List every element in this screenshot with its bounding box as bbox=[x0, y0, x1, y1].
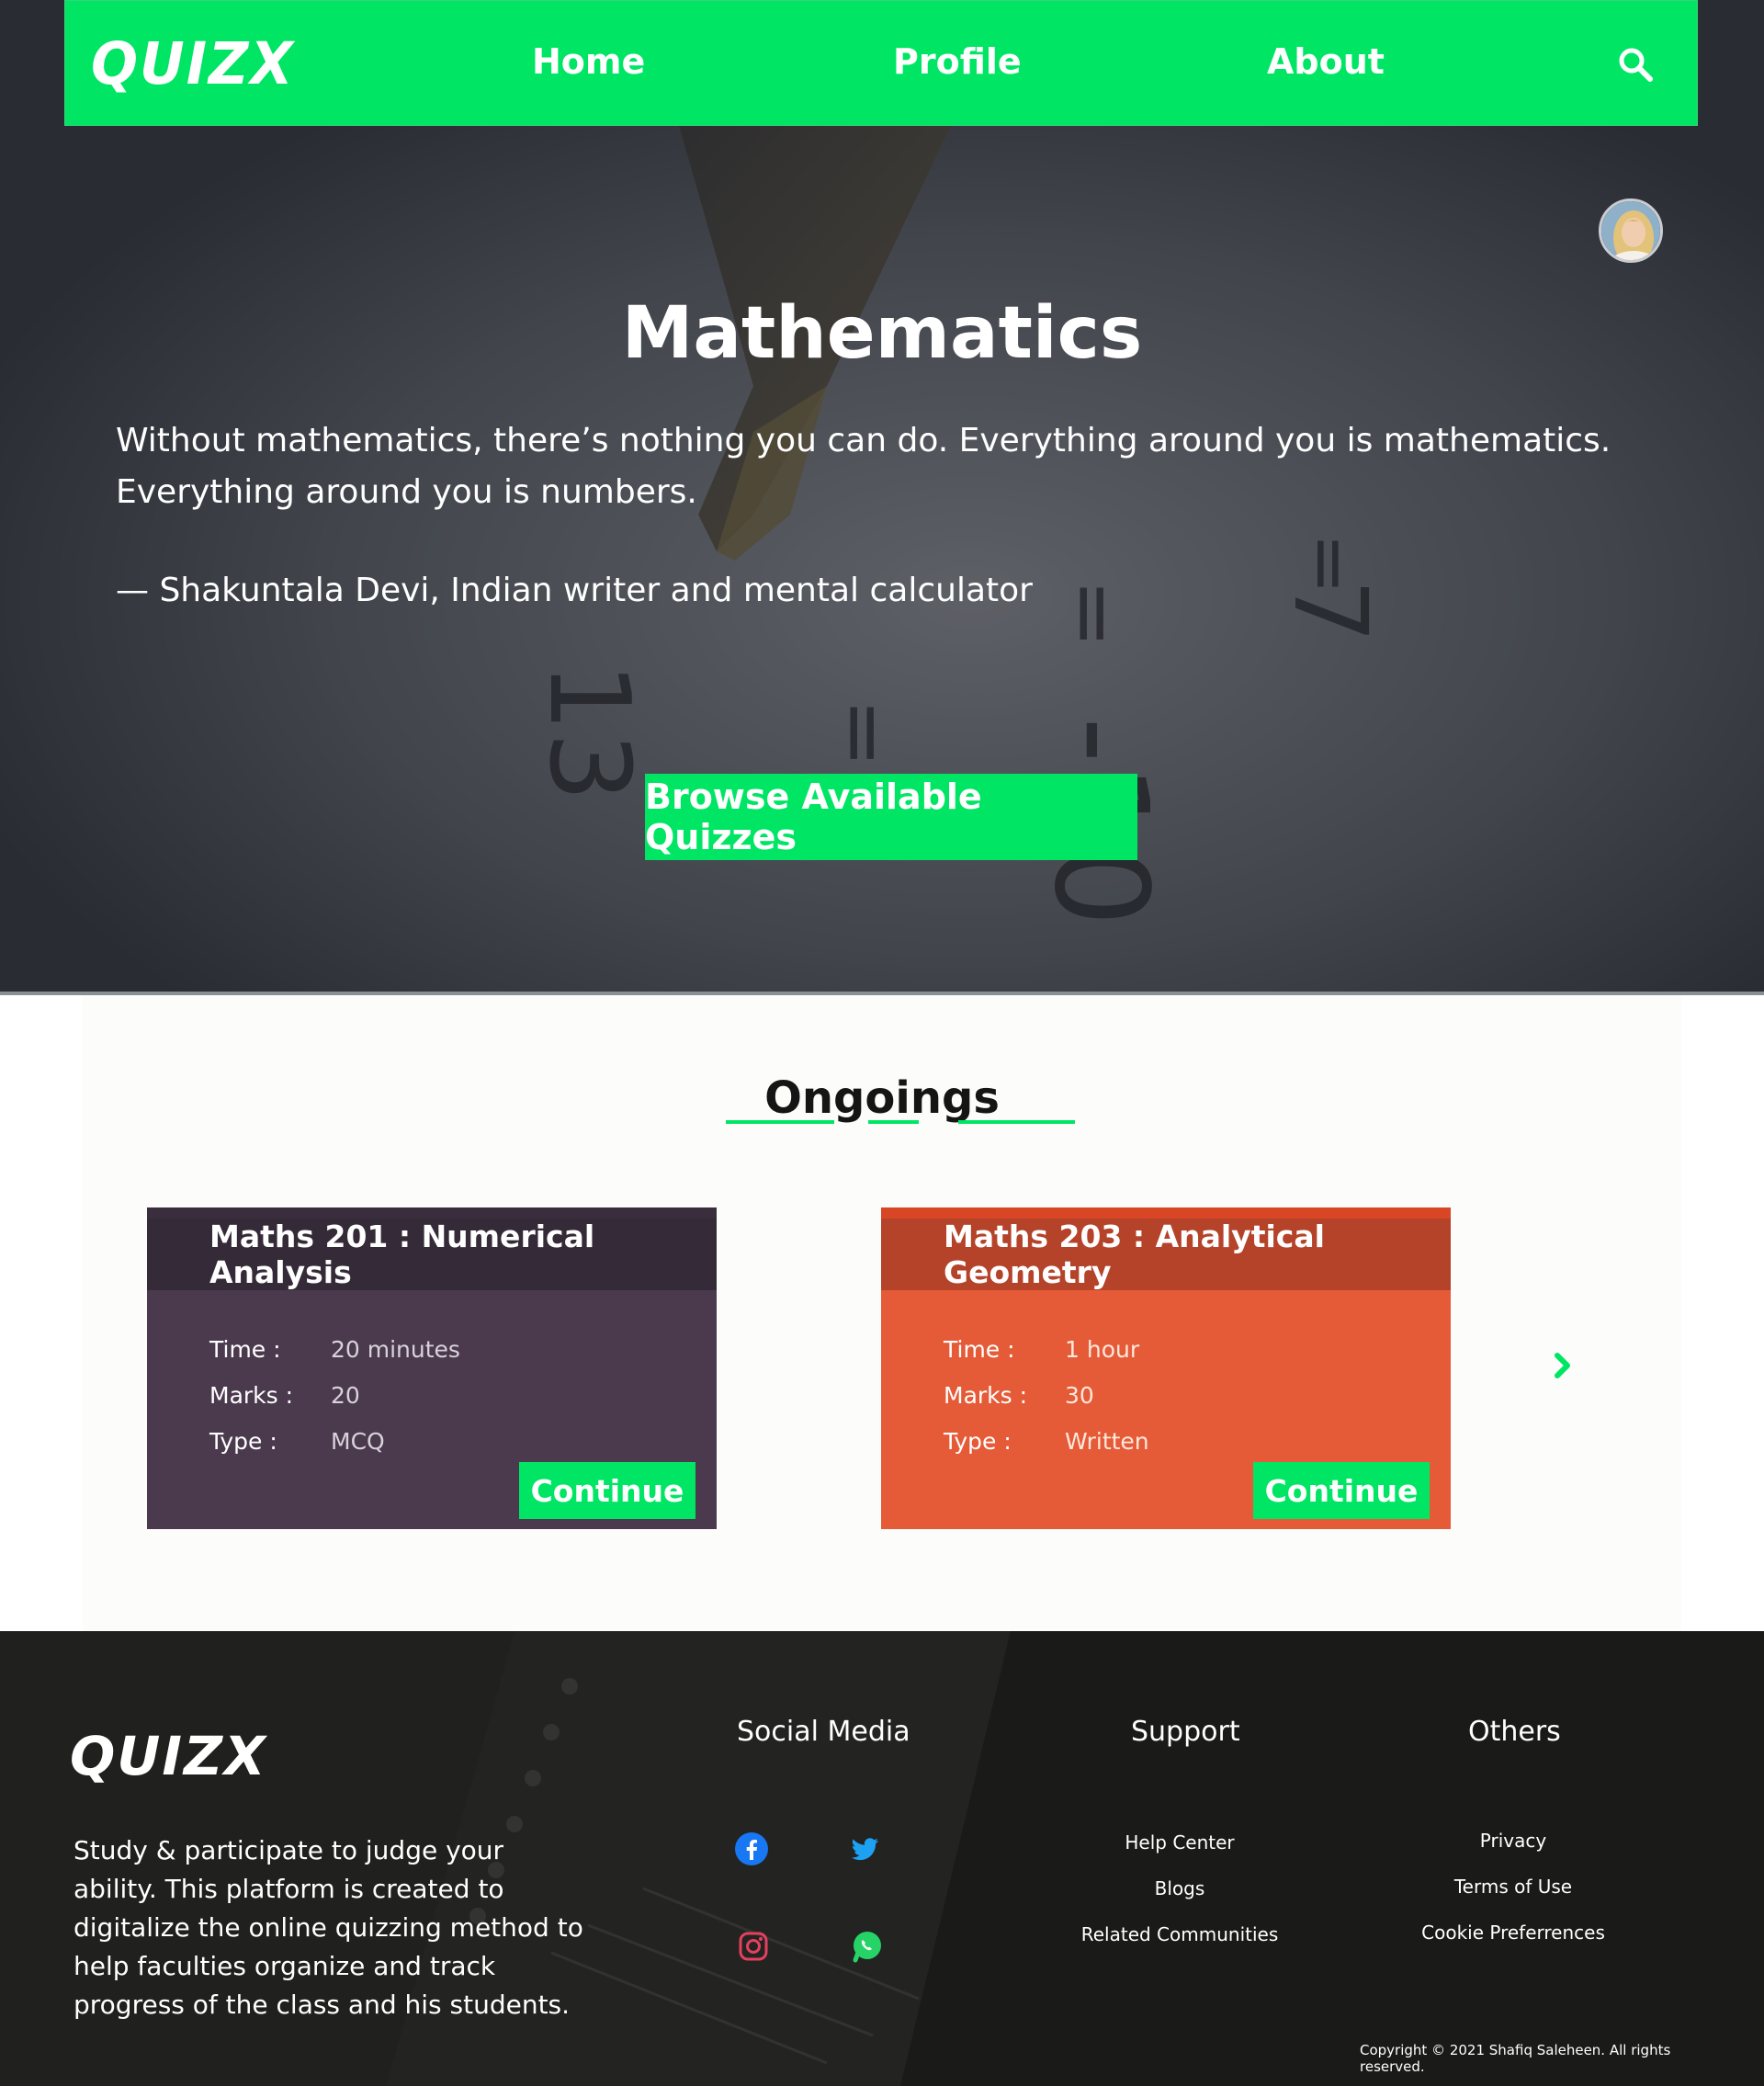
instagram-icon[interactable] bbox=[736, 1929, 771, 1964]
time-value: 20 minutes bbox=[331, 1336, 460, 1363]
footer-description: Study & participate to judge your abilit… bbox=[74, 1835, 583, 2020]
related-communities-link[interactable]: Related Communities bbox=[1042, 1923, 1317, 1945]
twitter-icon[interactable] bbox=[847, 1831, 882, 1866]
support-heading: Support bbox=[1131, 1716, 1240, 1748]
terms-of-use-link[interactable]: Terms of Use bbox=[1375, 1876, 1651, 1898]
hero-quote-author: — Shakuntala Devi, Indian writer and men… bbox=[116, 572, 1033, 609]
hero-quote: Without mathematics, there’s nothing you… bbox=[116, 422, 1611, 511]
quiz-card-title: Maths 201 : Numerical Analysis bbox=[147, 1219, 717, 1290]
time-label: Time : bbox=[944, 1336, 1015, 1363]
nav-about-link[interactable]: About bbox=[1267, 41, 1385, 82]
quiz-card: Maths 201 : Numerical Analysis Time : 20… bbox=[147, 1207, 717, 1529]
nav-home-link[interactable]: Home bbox=[532, 41, 645, 82]
quiz-card: Maths 203 : Analytical Geometry Time : 1… bbox=[881, 1207, 1451, 1529]
cookie-preferences-link[interactable]: Cookie Preferrences bbox=[1375, 1922, 1651, 1944]
title-underline bbox=[868, 1120, 919, 1124]
ongoings-title: Ongoings bbox=[764, 1072, 1000, 1124]
facebook-icon[interactable] bbox=[734, 1831, 769, 1866]
others-heading: Others bbox=[1468, 1716, 1561, 1748]
marks-value: 30 bbox=[1065, 1382, 1094, 1409]
footer-logo[interactable]: QUIZX bbox=[70, 1725, 267, 1787]
social-media-heading: Social Media bbox=[737, 1716, 910, 1748]
help-center-link[interactable]: Help Center bbox=[1042, 1831, 1317, 1854]
blogs-link[interactable]: Blogs bbox=[1042, 1877, 1317, 1899]
continue-button[interactable]: Continue bbox=[1253, 1462, 1430, 1519]
ongoings-section: Ongoings Maths 201 : Numerical Analysis … bbox=[0, 995, 1764, 1631]
title-underline bbox=[958, 1120, 1075, 1124]
privacy-link[interactable]: Privacy bbox=[1375, 1830, 1651, 1852]
time-label: Time : bbox=[209, 1336, 281, 1363]
quiz-card-title: Maths 203 : Analytical Geometry bbox=[881, 1219, 1451, 1290]
type-value: MCQ bbox=[331, 1428, 385, 1455]
search-icon[interactable] bbox=[1616, 45, 1655, 84]
type-value: Written bbox=[1065, 1428, 1149, 1455]
title-underline bbox=[726, 1120, 834, 1124]
type-label: Type : bbox=[944, 1428, 1012, 1455]
top-navbar: QUIZX Home Profile About bbox=[64, 0, 1698, 126]
marks-value: 20 bbox=[331, 1382, 360, 1409]
chevron-right-icon[interactable] bbox=[1553, 1352, 1573, 1379]
time-value: 1 hour bbox=[1065, 1336, 1140, 1363]
whatsapp-icon[interactable] bbox=[850, 1929, 885, 1964]
marks-label: Marks : bbox=[209, 1382, 294, 1409]
browse-quizzes-button[interactable]: Browse Available Quizzes bbox=[645, 774, 1137, 860]
type-label: Type : bbox=[209, 1428, 277, 1455]
continue-button[interactable]: Continue bbox=[519, 1462, 695, 1519]
site-footer: QUIZX Study & participate to judge your … bbox=[0, 1631, 1764, 2086]
nav-profile-link[interactable]: Profile bbox=[893, 41, 1022, 82]
hero-section: 13 -10 7 = = = QUIZX Home Profile About bbox=[0, 0, 1764, 995]
nav-logo[interactable]: QUIZX bbox=[91, 30, 295, 98]
copyright-text: Copyright © 2021 Shafiq Saleheen. All ri… bbox=[1360, 2042, 1671, 2075]
marks-label: Marks : bbox=[944, 1382, 1028, 1409]
user-avatar[interactable] bbox=[1599, 198, 1663, 263]
hero-title: Mathematics bbox=[621, 292, 1143, 375]
